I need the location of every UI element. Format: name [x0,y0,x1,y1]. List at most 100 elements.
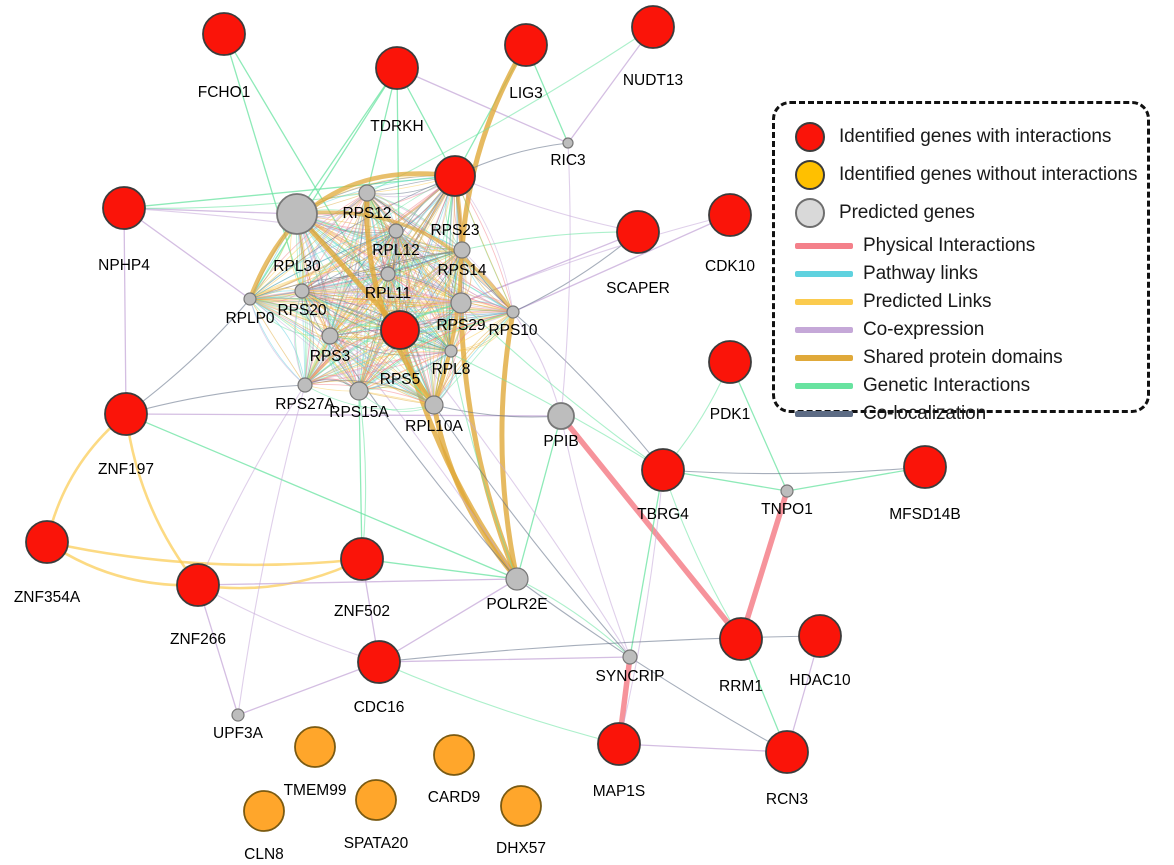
node-label-cln8: CLN8 [244,846,284,863]
node-label-nphp4: NPHP4 [98,257,150,274]
node-label-tbrg4: TBRG4 [637,506,689,523]
network-node-znf354a[interactable] [25,520,69,564]
network-node-rps15a[interactable] [349,381,369,401]
network-node-map1s[interactable] [597,722,641,766]
network-node-rps14[interactable] [453,241,471,259]
network-edge [378,661,620,745]
network-node-ric3[interactable] [562,137,574,149]
network-edge [296,67,398,215]
network-edge [378,578,518,663]
network-node-tdrkh[interactable] [375,46,419,90]
network-edge [433,404,631,658]
network-node-nphp4[interactable] [102,186,146,230]
network-edge [45,540,364,567]
legend-label: Shared protein domains [863,347,1063,368]
network-figure: FCHO1 TDRKH LIG3 NUDT13 RIC3 NPHP4 RPL30 RPS12 R… [0,0,1174,865]
network-edge [560,142,571,417]
network-node-lig3[interactable] [504,23,548,67]
network-edge [459,42,529,253]
network-node-cln8[interactable] [243,790,285,832]
network-node-rpl12[interactable] [388,223,404,239]
network-node-tmem99[interactable] [294,726,336,768]
network-node-rps23[interactable] [434,155,476,197]
legend-label: Co-localization [863,403,987,424]
legend-label: Genetic Interactions [863,375,1030,396]
node-label-nudt13: NUDT13 [622,72,684,89]
node-label-rpl8: RPL8 [431,361,471,378]
network-node-syncrip[interactable] [622,649,638,665]
node-label-znf197: ZNF197 [98,461,154,478]
network-node-rpl10a[interactable] [424,395,444,415]
legend-label: Pathway links [863,263,978,284]
network-node-rrm1[interactable] [719,617,763,661]
network-node-cdc16[interactable] [357,640,401,684]
network-node-tbrg4[interactable] [641,448,685,492]
network-node-card9[interactable] [433,734,475,776]
co-localization-line-icon [795,411,853,417]
network-node-ppib[interactable] [547,402,575,430]
legend-item-pathway-links: Pathway links [775,260,1147,288]
network-node-rpl11[interactable] [380,266,396,282]
orange-circle-icon [795,160,825,190]
network-edge [197,584,380,663]
network-node-nudt13[interactable] [631,5,675,49]
network-node-rcn3[interactable] [765,730,809,774]
node-label-znf502: ZNF502 [334,603,390,620]
network-node-fcho1[interactable] [202,12,246,56]
legend-label: Physical Interactions [863,235,1036,256]
node-label-tmem99: TMEM99 [283,782,347,799]
network-node-rps3[interactable] [321,327,339,345]
physical-interactions-line-icon [795,243,853,249]
legend-item-co-expression: Co-expression [775,316,1147,344]
network-node-pdk1[interactable] [708,340,752,384]
network-edge [454,175,639,233]
node-label-rps10: RPS10 [488,322,538,339]
node-label-tdrkh: TDRKH [370,118,424,135]
network-edge [516,578,788,753]
network-edge [618,743,788,753]
network-node-rps10[interactable] [506,305,520,319]
network-edge [123,207,251,300]
network-node-rps20[interactable] [294,283,310,299]
network-edge [450,350,518,580]
node-label-hdac10: HDAC10 [789,672,851,689]
node-label-rps3: RPS3 [309,348,351,365]
network-node-dhx57[interactable] [500,785,542,827]
network-node-polr2e[interactable] [505,567,529,591]
network-node-mfsd14b[interactable] [903,445,947,489]
genetic-interactions-line-icon [795,383,853,389]
node-label-syncrip: SYNCRIP [595,668,665,685]
network-edge [512,231,639,313]
node-label-rrm1: RRM1 [719,678,763,695]
network-node-znf266[interactable] [176,563,220,607]
network-edge [461,231,639,251]
network-node-spata20[interactable] [355,779,397,821]
network-node-upf3a[interactable] [231,708,245,722]
node-label-rpl30: RPL30 [273,258,321,275]
node-label-card9: CARD9 [427,789,481,806]
node-label-tnpo1: TNPO1 [761,501,813,518]
network-node-tnpo1[interactable] [780,484,794,498]
network-node-rpl30[interactable] [276,193,318,235]
network-node-rps12[interactable] [358,184,376,202]
network-node-rps29[interactable] [450,292,472,314]
network-edge [45,540,200,587]
network-node-rplp0[interactable] [243,292,257,306]
node-label-spata20: SPATA20 [343,835,409,852]
network-node-rpl8[interactable] [444,344,458,358]
network-node-znf502[interactable] [340,537,384,581]
legend-label: Predicted genes [839,202,975,223]
network-node-znf197[interactable] [104,392,148,436]
network-node-cdk10[interactable] [708,193,752,237]
network-node-hdac10[interactable] [798,614,842,658]
network-edge [629,469,664,658]
network-node-rps5[interactable] [380,310,420,350]
legend-item-co-localization: Co-localization [775,400,1147,428]
node-label-znf266: ZNF266 [170,631,226,648]
node-label-map1s: MAP1S [592,783,646,800]
network-node-scaper[interactable] [616,210,660,254]
legend-label: Co-expression [863,319,985,340]
network-node-rps27a[interactable] [297,377,313,393]
network-edge [560,415,631,658]
legend-item-shared-protein-domains: Shared protein domains [775,344,1147,372]
